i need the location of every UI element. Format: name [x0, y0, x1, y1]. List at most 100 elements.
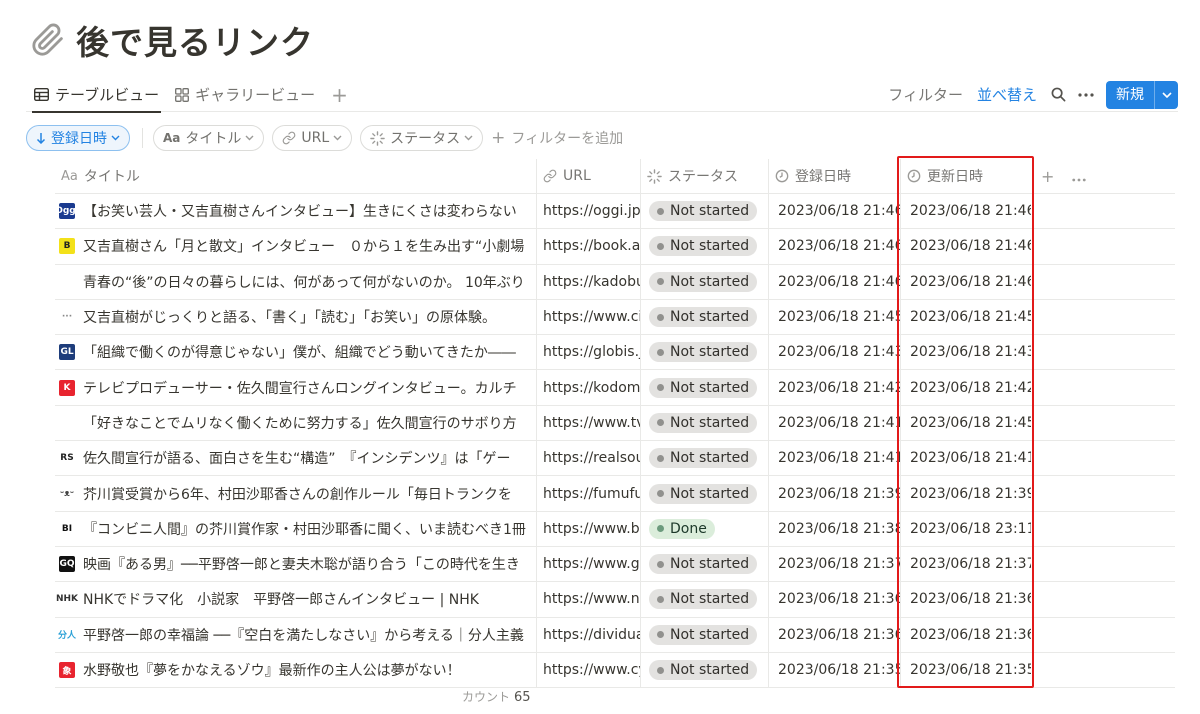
- more-options-icon[interactable]: [1078, 92, 1094, 97]
- cell-title[interactable]: 「好きなことでムリなく働くために努力する」佐久間宣行のサボり方: [55, 405, 537, 441]
- table-row[interactable]: 分人 平野啓一郎の幸福論 ──『空白を満たしなさい』から考える｜分人主義 https…: [55, 617, 1175, 653]
- cell-title[interactable]: 青春の“後”の日々の暮らしには、何があって何がないのか。 10年ぶり: [55, 264, 537, 299]
- row-url[interactable]: https://www.bu: [543, 521, 640, 537]
- cell-title[interactable]: ··· 又吉直樹がじっくりと語る、「書く」「読む」「お笑い」の原体験。: [55, 299, 537, 335]
- cell-url[interactable]: https://fumufu: [537, 476, 641, 511]
- row-title[interactable]: 又吉直樹さん「月と散文」インタビュー ０から１を生み出す“小劇場: [83, 236, 524, 256]
- filter-chip-title[interactable]: Aa タイトル: [153, 125, 265, 151]
- cell-status[interactable]: Not started: [641, 264, 769, 299]
- cell-status[interactable]: Not started: [641, 652, 769, 688]
- new-button-label[interactable]: 新規: [1106, 81, 1154, 109]
- cell-status[interactable]: Not started: [641, 299, 769, 335]
- column-header-title[interactable]: Aa タイトル: [55, 159, 537, 193]
- tab-table-view[interactable]: テーブルビュー: [26, 78, 167, 113]
- row-title[interactable]: 【お笑い芸人・又吉直樹さんインタビュー】生きにくさは変わらない: [83, 201, 517, 221]
- table-row[interactable]: GQ 映画『ある男』──平野啓一郎と妻夫木聡が語り合う「この時代を生き https:…: [55, 546, 1175, 583]
- cell-url[interactable]: https://book.asahi: [537, 229, 641, 264]
- row-url[interactable]: https://book.asahi: [543, 238, 640, 254]
- cell-title[interactable]: Oggi 【お笑い芸人・又吉直樹さんインタビュー】生きにくさは変わらない: [55, 194, 537, 229]
- chevron-down-icon[interactable]: [1154, 80, 1178, 109]
- row-title[interactable]: 平野啓一郎の幸福論 ──『空白を満たしなさい』から考える｜分人主義: [83, 625, 524, 645]
- table-row[interactable]: 象水野敬也『夢をかなえるゾウ』最新作の主人公は夢がない！ https://www.…: [55, 652, 1175, 689]
- row-url[interactable]: https://www.gq: [543, 556, 640, 572]
- row-url[interactable]: https://kadobun: [543, 274, 640, 290]
- cell-url[interactable]: https://www.cy: [537, 652, 641, 688]
- cell-title[interactable]: BI 『コンビニ人間』の芥川賞作家・村田沙耶香に聞く、いま読むべき1冊: [55, 511, 537, 546]
- cell-url[interactable]: https://www.tv: [537, 405, 641, 441]
- row-url[interactable]: https://www.cy: [543, 662, 640, 678]
- row-title[interactable]: 青春の“後”の日々の暮らしには、何があって何がないのか。 10年ぶり: [83, 272, 525, 292]
- cell-title[interactable]: ᵕᴥᵕ 芥川賞受賞から6年、村田沙耶香さんの創作ルール「毎日トランクを: [55, 476, 537, 511]
- cell-status[interactable]: Not started: [641, 405, 769, 441]
- row-url[interactable]: https://realsound: [543, 450, 640, 466]
- cell-url[interactable]: https://globis.jp: [537, 335, 641, 370]
- sort-button[interactable]: 並べ替え: [977, 84, 1037, 105]
- cell-title[interactable]: 分人 平野啓一郎の幸福論 ──『空白を満たしなさい』から考える｜分人主義: [55, 617, 537, 652]
- table-row[interactable]: ᵕᴥᵕ 芥川賞受賞から6年、村田沙耶香さんの創作ルール「毎日トランクを https:…: [55, 476, 1175, 512]
- row-title[interactable]: 映画『ある男』──平野啓一郎と妻夫木聡が語り合う「この時代を生き: [83, 554, 520, 574]
- column-header-updated[interactable]: 更新日時: [901, 159, 1031, 193]
- row-title[interactable]: 「好きなことでムリなく働くために努力する」佐久間宣行のサボり方: [83, 413, 517, 433]
- filter-chip-url[interactable]: URL: [272, 125, 353, 151]
- cell-status[interactable]: Not started: [641, 441, 769, 476]
- new-button[interactable]: 新規: [1106, 80, 1178, 109]
- row-url[interactable]: https://oggi.jp/: [543, 203, 640, 219]
- filter-chip-status[interactable]: ステータス: [360, 125, 484, 151]
- cell-title[interactable]: 象水野敬也『夢をかなえるゾウ』最新作の主人公は夢がない！: [55, 652, 537, 688]
- row-title[interactable]: 芥川賞受賞から6年、村田沙耶香さんの創作ルール「毎日トランクを: [83, 484, 512, 504]
- table-row[interactable]: K テレビプロデューサー・佐久間宣行さんロングインタビュー。カルチ https://…: [55, 370, 1175, 406]
- table-row[interactable]: BI 『コンビニ人間』の芥川賞作家・村田沙耶香に聞く、いま読むべき1冊 https:…: [55, 511, 1175, 547]
- table-row[interactable]: 青春の“後”の日々の暮らしには、何があって何がないのか。 10年ぶり https:…: [55, 264, 1175, 300]
- cell-title[interactable]: B 又吉直樹さん「月と散文」インタビュー ０から１を生み出す“小劇場: [55, 229, 537, 264]
- cell-status[interactable]: Done: [641, 511, 769, 546]
- search-icon[interactable]: [1051, 87, 1066, 102]
- cell-status[interactable]: Not started: [641, 335, 769, 370]
- row-title[interactable]: NHKでドラマ化 小説家 平野啓一郎さんインタビュー | NHK: [83, 589, 479, 609]
- row-title[interactable]: 佐久間宣行が語る、面白さを生む“構造” 『インシデンツ』は「ゲー: [83, 448, 511, 468]
- tab-gallery-view[interactable]: ギャラリービュー: [167, 78, 323, 112]
- column-header-status[interactable]: ステータス: [641, 159, 769, 193]
- row-url[interactable]: https://globis.jp: [543, 344, 640, 360]
- cell-title[interactable]: GL 「組織で働くのが得意じゃない」僕が、組織でどう動いてきたか――: [55, 335, 537, 370]
- row-title[interactable]: 「組織で働くのが得意じゃない」僕が、組織でどう動いてきたか――: [83, 342, 516, 362]
- cell-title[interactable]: K テレビプロデューサー・佐久間宣行さんロングインタビュー。カルチ: [55, 370, 537, 405]
- sort-chip[interactable]: 登録日時: [26, 125, 130, 151]
- cell-url[interactable]: https://kodomo: [537, 370, 641, 405]
- cell-url[interactable]: https://www.gq: [537, 546, 641, 582]
- table-row[interactable]: 「好きなことでムリなく働くために努力する」佐久間宣行のサボり方 https://w…: [55, 405, 1175, 442]
- cell-title[interactable]: NHK NHKでドラマ化 小説家 平野啓一郎さんインタビュー | NHK: [55, 582, 537, 617]
- cell-title[interactable]: GQ 映画『ある男』──平野啓一郎と妻夫木聡が語り合う「この時代を生き: [55, 546, 537, 582]
- add-view-button[interactable]: +: [323, 78, 356, 112]
- add-filter-button[interactable]: + フィルターを追加: [491, 128, 623, 148]
- row-url[interactable]: https://dividual: [543, 627, 640, 643]
- cell-url[interactable]: https://dividual: [537, 617, 641, 652]
- column-header-url[interactable]: URL: [537, 159, 641, 193]
- cell-url[interactable]: https://www.cinra: [537, 299, 641, 335]
- table-row[interactable]: RS 佐久間宣行が語る、面白さを生む“構造” 『インシデンツ』は「ゲー https:…: [55, 441, 1175, 477]
- cell-title[interactable]: RS 佐久間宣行が語る、面白さを生む“構造” 『インシデンツ』は「ゲー: [55, 441, 537, 476]
- row-title[interactable]: テレビプロデューサー・佐久間宣行さんロングインタビュー。カルチ: [83, 378, 517, 398]
- table-row[interactable]: GL 「組織で働くのが得意じゃない」僕が、組織でどう動いてきたか―― https:/…: [55, 335, 1175, 371]
- table-row[interactable]: NHK NHKでドラマ化 小説家 平野啓一郎さんインタビュー | NHK https…: [55, 582, 1175, 618]
- row-url[interactable]: https://fumufu: [543, 486, 640, 502]
- cell-url[interactable]: https://kadobun: [537, 264, 641, 299]
- row-title[interactable]: 『コンビニ人間』の芥川賞作家・村田沙耶香に聞く、いま読むべき1冊: [83, 519, 526, 539]
- table-row[interactable]: ··· 又吉直樹がじっくりと語る、「書く」「読む」「お笑い」の原体験。 https:…: [55, 299, 1175, 336]
- cell-status[interactable]: Not started: [641, 194, 769, 229]
- cell-status[interactable]: Not started: [641, 370, 769, 405]
- add-column-icon[interactable]: +: [1041, 167, 1054, 186]
- cell-url[interactable]: https://realsound: [537, 441, 641, 476]
- row-url[interactable]: https://www.tv: [543, 415, 640, 431]
- row-title[interactable]: 又吉直樹がじっくりと語る、「書く」「読む」「お笑い」の原体験。: [83, 307, 496, 327]
- cell-url[interactable]: https://www.bu: [537, 511, 641, 546]
- cell-status[interactable]: Not started: [641, 582, 769, 617]
- more-options-icon[interactable]: [1072, 167, 1087, 186]
- cell-status[interactable]: Not started: [641, 229, 769, 264]
- cell-status[interactable]: Not started: [641, 617, 769, 652]
- row-url[interactable]: https://www.nhk: [543, 591, 640, 607]
- filter-button[interactable]: フィルター: [888, 84, 963, 105]
- row-title[interactable]: 水野敬也『夢をかなえるゾウ』最新作の主人公は夢がない！: [83, 660, 461, 680]
- row-url[interactable]: https://kodomo: [543, 380, 640, 396]
- table-row[interactable]: B 又吉直樹さん「月と散文」インタビュー ０から１を生み出す“小劇場 https:/…: [55, 229, 1175, 265]
- row-url[interactable]: https://www.cinra: [543, 309, 640, 325]
